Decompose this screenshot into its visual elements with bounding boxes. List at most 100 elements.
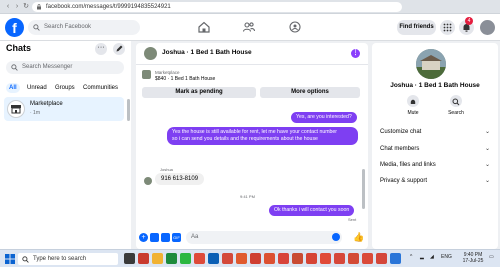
reload-icon[interactable]: ↻ bbox=[22, 3, 30, 11]
customize-chat-row[interactable]: Customize chat ⌄ bbox=[380, 127, 490, 137]
account-avatar[interactable] bbox=[480, 20, 495, 35]
notification-center-icon[interactable]: ▭ bbox=[489, 254, 494, 260]
message-line: Yes the house is still available for ren… bbox=[172, 129, 338, 135]
message-sender: Joshua bbox=[160, 167, 173, 172]
task-view-icon[interactable] bbox=[124, 253, 135, 264]
message-out-long: Yes the house is still available for ren… bbox=[167, 127, 358, 145]
chrome-icon[interactable] bbox=[348, 253, 359, 264]
row-label: Privacy & support bbox=[380, 178, 428, 184]
media-files-row[interactable]: Media, files and links ⌄ bbox=[380, 160, 490, 170]
whatsapp-icon[interactable] bbox=[180, 253, 191, 264]
home-icon[interactable] bbox=[197, 20, 211, 34]
messenger-search-input[interactable]: Search Messenger bbox=[6, 61, 124, 74]
search-in-chat-button[interactable] bbox=[450, 95, 462, 107]
message-timestamp: 9:41 PM bbox=[240, 194, 255, 199]
address-bar[interactable]: facebook.com/messages/t/9999194835524921 bbox=[32, 2, 402, 12]
message-input[interactable]: Aa bbox=[186, 231, 342, 244]
conversation-info-button[interactable]: ⋮ bbox=[351, 49, 360, 58]
facebook-header: f Search Facebook Find friends 4 bbox=[0, 14, 500, 41]
chrome-icon[interactable] bbox=[334, 253, 345, 264]
chrome-icon[interactable] bbox=[292, 253, 303, 264]
marketplace-icon bbox=[7, 100, 25, 118]
app-icon[interactable] bbox=[390, 253, 401, 264]
message-out: Ok thanks i will contact you soon bbox=[269, 205, 355, 216]
system-clock[interactable]: 9:40 PM 17-Jul-25 bbox=[460, 252, 486, 264]
more-dots-icon: ··· bbox=[97, 44, 105, 51]
chrome-icon[interactable] bbox=[222, 253, 233, 264]
chrome-icon[interactable] bbox=[320, 253, 331, 264]
groups-icon[interactable] bbox=[288, 20, 302, 34]
chevron-down-icon: ⌄ bbox=[484, 162, 490, 168]
url-text: facebook.com/messages/t/9999194835524921 bbox=[46, 4, 171, 10]
more-options-button[interactable]: More options bbox=[260, 87, 360, 98]
windows-start-icon[interactable] bbox=[5, 254, 15, 264]
new-message-button[interactable] bbox=[113, 43, 125, 55]
forward-icon[interactable]: › bbox=[13, 3, 21, 11]
conversation-info-panel: Joshua · 1 Bed 1 Bath House Mute Search … bbox=[372, 43, 498, 249]
network-icon[interactable]: ▂ bbox=[420, 254, 424, 260]
privacy-support-row[interactable]: Privacy & support ⌄ bbox=[380, 176, 490, 186]
sidebar-scrollbar[interactable] bbox=[127, 99, 130, 121]
listing-thumbnail[interactable] bbox=[142, 70, 151, 79]
message-composer: + GIF Aa 👍 bbox=[136, 229, 368, 249]
chrome-icon[interactable] bbox=[362, 253, 373, 264]
chrome-icon[interactable] bbox=[306, 253, 317, 264]
listing-price[interactable]: $840 · 1 Bed 1 Bath House bbox=[155, 76, 215, 82]
facebook-search-placeholder: Search Facebook bbox=[44, 24, 92, 30]
file-explorer-icon[interactable] bbox=[152, 253, 163, 264]
message-out: Yes, are you interested? bbox=[291, 112, 357, 123]
chat-title[interactable]: Joshua · 1 Bed 1 Bath House bbox=[162, 49, 252, 56]
chrome-icon[interactable] bbox=[278, 253, 289, 264]
conversation-item[interactable]: Marketplace · 1m bbox=[4, 97, 124, 121]
mute-button[interactable] bbox=[407, 95, 419, 107]
message-in: 916 613-8109 bbox=[155, 173, 205, 185]
tray-chevron-icon[interactable]: ^ bbox=[410, 254, 412, 260]
find-friends-button[interactable]: Find friends bbox=[397, 20, 436, 35]
row-label: Media, files and links bbox=[380, 162, 436, 168]
chrome-icon[interactable] bbox=[194, 253, 205, 264]
chrome-icon[interactable] bbox=[236, 253, 247, 264]
house-photo bbox=[416, 49, 446, 79]
taskbar-search-input[interactable]: Type here to search bbox=[18, 253, 118, 265]
emoji-icon[interactable] bbox=[332, 233, 340, 241]
sender-avatar[interactable] bbox=[144, 177, 152, 185]
chat-header: Joshua · 1 Bed 1 Bath House ⋮ bbox=[136, 43, 368, 65]
thumbs-up-icon[interactable]: 👍 bbox=[353, 232, 364, 243]
contact-avatar[interactable] bbox=[416, 49, 446, 79]
app-icon[interactable] bbox=[166, 253, 177, 264]
add-icon[interactable]: + bbox=[139, 233, 148, 242]
photo-icon[interactable] bbox=[150, 233, 159, 242]
grid-icon bbox=[443, 23, 452, 32]
filter-communities[interactable]: Communities bbox=[80, 83, 121, 93]
mark-as-pending-button[interactable]: Mark as pending bbox=[142, 87, 256, 98]
facebook-logo-icon[interactable]: f bbox=[5, 18, 24, 37]
site-info-icon[interactable] bbox=[36, 4, 42, 10]
conversation-time: · 1m bbox=[30, 110, 40, 116]
chrome-icon[interactable] bbox=[376, 253, 387, 264]
search-icon bbox=[33, 24, 40, 31]
app-icon[interactable] bbox=[138, 253, 149, 264]
chrome-icon[interactable] bbox=[264, 253, 275, 264]
menu-grid-button[interactable] bbox=[440, 20, 455, 35]
clock-date: 17-Jul-25 bbox=[462, 258, 484, 264]
chat-options-button[interactable]: ··· bbox=[95, 43, 107, 55]
gif-icon[interactable]: GIF bbox=[172, 233, 181, 242]
compose-icon bbox=[116, 45, 123, 52]
chat-members-row[interactable]: Chat members ⌄ bbox=[380, 144, 490, 154]
volume-icon[interactable]: ◢ bbox=[430, 254, 434, 260]
friends-icon[interactable] bbox=[242, 20, 256, 34]
search-icon bbox=[22, 256, 29, 263]
windows-taskbar: Type here to search ^ ▂ ◢ ENG 9:40 PM 17… bbox=[0, 249, 500, 267]
back-icon[interactable]: ‹ bbox=[4, 3, 12, 11]
filter-groups[interactable]: Groups bbox=[52, 83, 78, 93]
chat-scrollbar[interactable] bbox=[362, 169, 365, 209]
listing-label: Marketplace bbox=[155, 70, 180, 75]
chrome-icon[interactable] bbox=[250, 253, 261, 264]
app-icon[interactable] bbox=[208, 253, 219, 264]
filter-unread[interactable]: Unread bbox=[24, 83, 50, 93]
language-indicator[interactable]: ENG bbox=[441, 254, 452, 260]
chat-avatar[interactable] bbox=[144, 47, 157, 60]
facebook-search-input[interactable]: Search Facebook bbox=[28, 20, 140, 35]
sticker-icon[interactable] bbox=[161, 233, 170, 242]
filter-all[interactable]: All bbox=[6, 83, 20, 93]
